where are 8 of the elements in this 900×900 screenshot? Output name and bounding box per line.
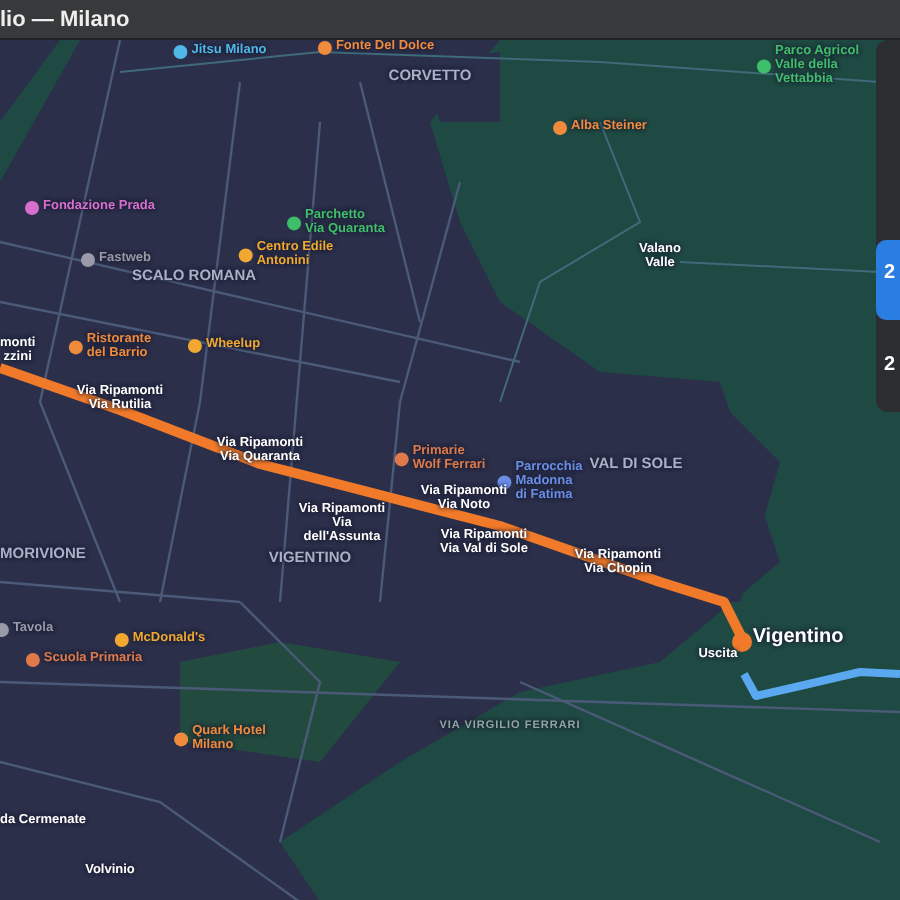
window-title: lio — Milano <box>0 7 130 31</box>
route-line[interactable] <box>0 363 747 641</box>
route-time: 2 <box>884 354 896 376</box>
route-option[interactable]: 2 <box>876 332 900 412</box>
route-option[interactable]: 2 <box>876 240 900 320</box>
route-time: 2 <box>884 262 896 284</box>
alternate-route-line[interactable] <box>740 668 900 700</box>
place-label: Vigentino <box>752 627 844 649</box>
